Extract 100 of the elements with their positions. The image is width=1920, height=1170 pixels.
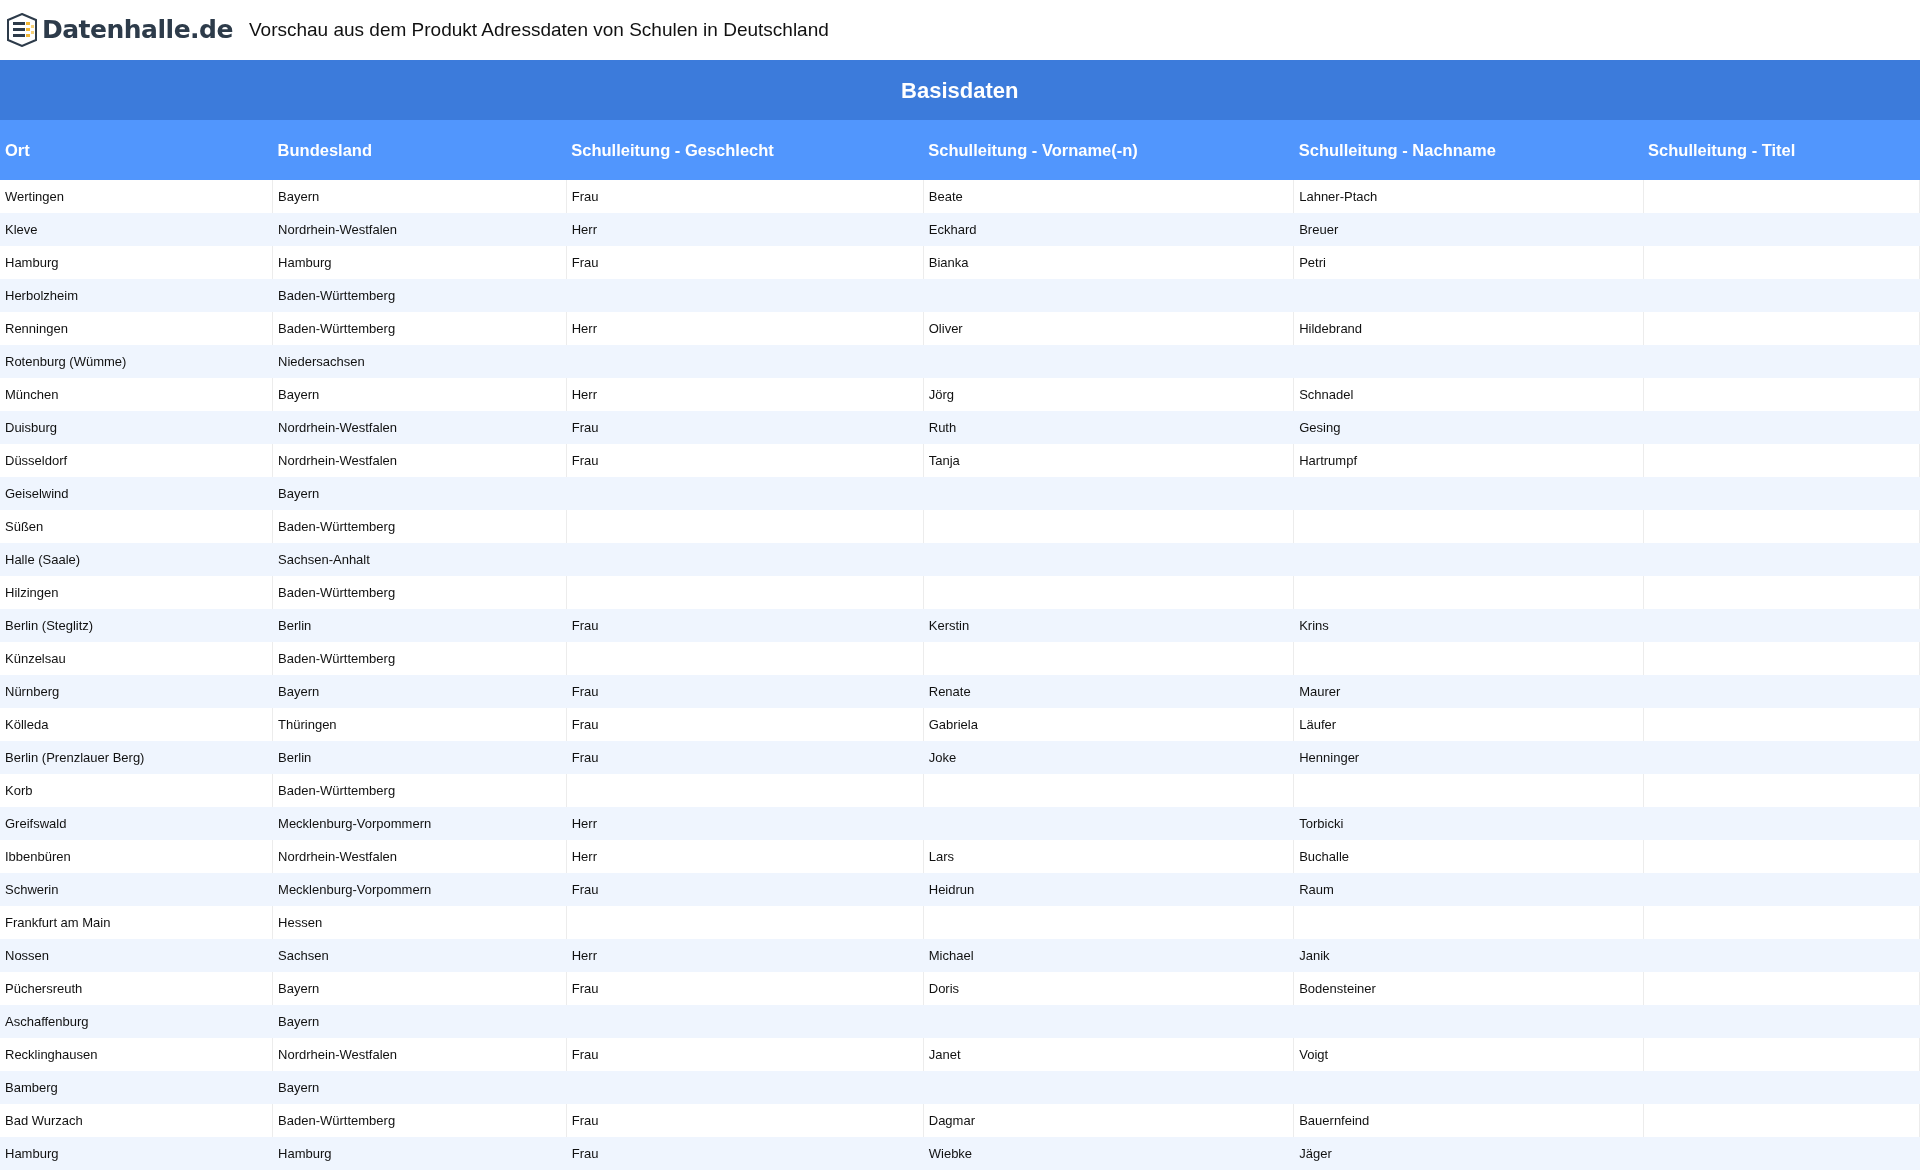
- table-cell: Berlin: [278, 617, 312, 633]
- table-cell: Sachsen-Anhalt: [278, 551, 370, 567]
- table-cell: Raum: [1299, 881, 1334, 897]
- table-cell: Hartrumpf: [1299, 452, 1357, 468]
- table-cell: Joke: [928, 749, 957, 765]
- table-cell: Frau: [571, 188, 599, 204]
- table-cell: Püchersreuth: [5, 980, 83, 996]
- table-cell: Hessen: [278, 914, 323, 930]
- table-cell: Frau: [571, 716, 599, 732]
- table-cell: Bayern: [278, 1079, 320, 1095]
- table-cell: Berlin: [278, 749, 312, 765]
- table-cell: Greifswald: [5, 815, 67, 831]
- table-cell: Bauernfeind: [1299, 1112, 1370, 1128]
- column-header: Bundesland: [272, 120, 567, 180]
- table-cell: Janik: [1299, 947, 1330, 963]
- table-cell: Henninger: [1299, 749, 1360, 765]
- table-cell: Janet: [928, 1046, 961, 1062]
- table-cell: Bayern: [278, 980, 320, 996]
- table-cell: Baden-Württemberg: [278, 320, 396, 336]
- table-cell: Torbicki: [1299, 815, 1344, 831]
- table-cell: Doris: [928, 980, 960, 996]
- table-cell: Hamburg: [5, 1145, 59, 1161]
- table-cell: Herr: [571, 320, 597, 336]
- table-cell: Halle (Saale): [5, 551, 81, 567]
- table-cell: Nordrhein-Westfalen: [278, 1046, 398, 1062]
- table-cell: Düsseldorf: [5, 452, 68, 468]
- table-cell: Aschaffenburg: [5, 1013, 89, 1029]
- table-cell: Nossen: [5, 947, 50, 963]
- table-cell: Nordrhein-Westfalen: [278, 419, 398, 435]
- table-cell: Duisburg: [5, 419, 58, 435]
- table-cell: Jäger: [1299, 1145, 1332, 1161]
- table-cell: Hamburg: [5, 254, 59, 270]
- table-cell: Frau: [571, 980, 599, 996]
- table-cell: Frankfurt am Main: [5, 914, 111, 930]
- table-cell: Geiselwind: [5, 485, 69, 501]
- table-cell: Herr: [571, 221, 597, 237]
- table-cell: Bianka: [928, 254, 969, 270]
- table-cell: Petri: [1299, 254, 1326, 270]
- table-cell: Krins: [1299, 617, 1329, 633]
- table-cell: Wiebke: [928, 1145, 973, 1161]
- table-cell: Kölleda: [5, 716, 49, 732]
- table-cell: Korb: [5, 782, 33, 798]
- table-cell: Süßen: [5, 518, 44, 534]
- table-cell: Gesing: [1299, 419, 1341, 435]
- table-cell: Frau: [571, 881, 599, 897]
- column-header: Schulleitung - Vorname(-n): [923, 120, 1294, 180]
- table-cell: Herr: [571, 947, 597, 963]
- table-cell: Eckhard: [928, 221, 977, 237]
- table-cell: Schnadel: [1299, 386, 1354, 402]
- table-cell: Bad Wurzach: [5, 1112, 83, 1128]
- logo-text: Datenhalle.de: [42, 14, 233, 47]
- table-cell: Jörg: [928, 386, 955, 402]
- table-cell: Frau: [571, 1112, 599, 1128]
- table-cell: Bayern: [278, 188, 320, 204]
- table-cell: Hildebrand: [1299, 320, 1363, 336]
- table-cell: Tanja: [928, 452, 960, 468]
- table-cell: Frau: [571, 419, 599, 435]
- table-cell: Voigt: [1299, 1046, 1329, 1062]
- table-cell: Beate: [928, 188, 963, 204]
- table-cell: Kerstin: [928, 617, 970, 633]
- table-cell: Nordrhein-Westfalen: [278, 221, 398, 237]
- table-cell: Berlin (Prenzlauer Berg): [5, 749, 145, 765]
- table-cell: Ruth: [928, 419, 957, 435]
- table-cell: Herr: [571, 848, 597, 864]
- table-cell: Dagmar: [928, 1112, 975, 1128]
- table-cell: Läufer: [1299, 716, 1337, 732]
- column-header: Schulleitung - Titel: [1643, 120, 1920, 180]
- table-cell: Nürnberg: [5, 683, 60, 699]
- table-cell: Renate: [928, 683, 971, 699]
- table-cell: Kleve: [5, 221, 38, 237]
- table-cell: Nordrhein-Westfalen: [278, 848, 398, 864]
- table-cell: Baden-Württemberg: [278, 782, 396, 798]
- table-cell: Lars: [928, 848, 955, 864]
- table-cell: Buchalle: [1299, 848, 1350, 864]
- table-cell: Niedersachsen: [278, 353, 365, 369]
- table-cell: Maurer: [1299, 683, 1341, 699]
- table-cell: München: [5, 386, 59, 402]
- table-cell: Wertingen: [5, 188, 64, 204]
- table-cell: Baden-Württemberg: [278, 287, 396, 303]
- table-cell: Frau: [571, 683, 599, 699]
- table-cell: Frau: [571, 452, 599, 468]
- table-cell: Gabriela: [928, 716, 978, 732]
- table-cell: Ibbenbüren: [5, 848, 71, 864]
- table-cell: Bayern: [278, 683, 320, 699]
- table-cell: Bamberg: [5, 1079, 58, 1095]
- table-cell: Frau: [571, 1145, 599, 1161]
- table-cell: Herbolzheim: [5, 287, 78, 303]
- table-cell: Frau: [571, 617, 599, 633]
- table-cell: Mecklenburg-Vorpommern: [278, 881, 432, 897]
- table-cell: Bayern: [278, 1013, 320, 1029]
- table-cell: Schwerin: [5, 881, 59, 897]
- table-cell: Frau: [571, 254, 599, 270]
- page-title: Vorschau aus dem Produkt Adressdaten von Schulen in Deutschland: [248, 17, 829, 42]
- table-cell: Künzelsau: [5, 650, 66, 666]
- table-cell: Herr: [571, 815, 597, 831]
- table-cell: Hamburg: [278, 1145, 332, 1161]
- table-cell: Baden-Württemberg: [278, 1112, 396, 1128]
- table-cell: Hilzingen: [5, 584, 59, 600]
- table-cell: Breuer: [1299, 221, 1339, 237]
- table-cell: Berlin (Steglitz): [5, 617, 94, 633]
